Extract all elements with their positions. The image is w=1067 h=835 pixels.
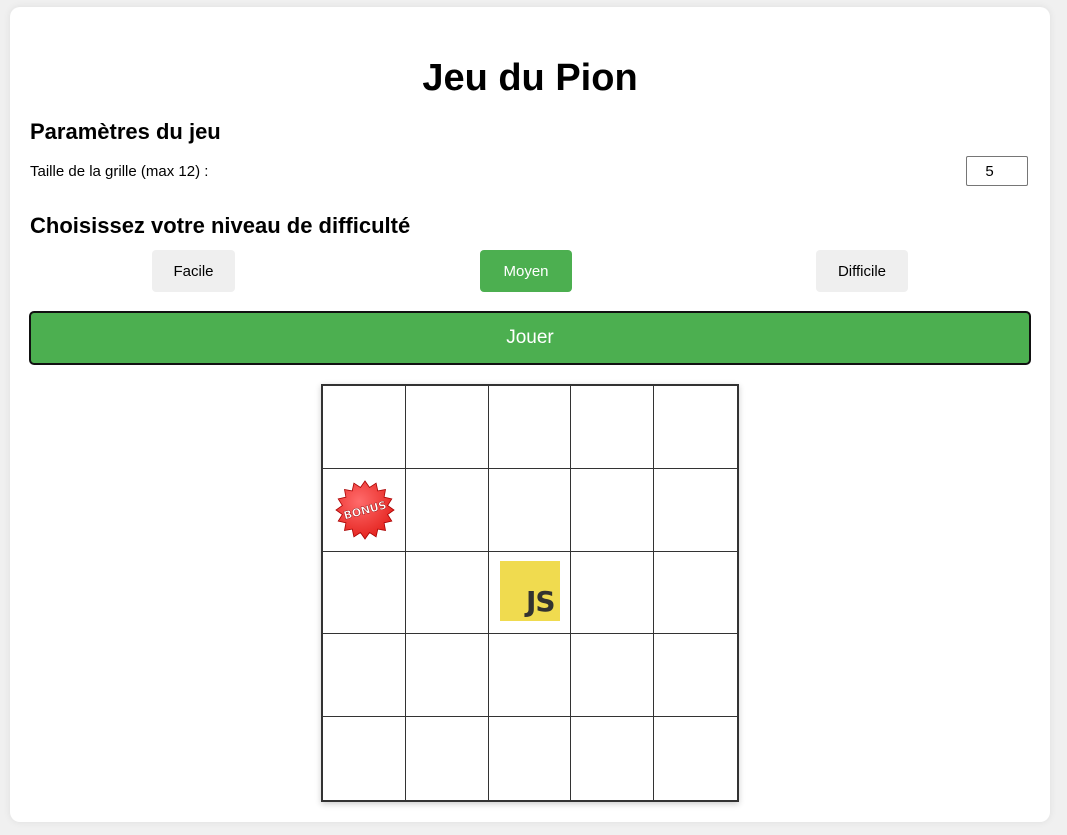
board-cell[interactable] xyxy=(571,634,655,718)
board-cell[interactable] xyxy=(489,717,572,800)
difficulty-hard-button[interactable]: Difficile xyxy=(816,250,908,292)
difficulty-heading: Choisissez votre niveau de difficulté xyxy=(30,213,411,238)
board-cell[interactable] xyxy=(571,717,655,800)
board-cell[interactable] xyxy=(654,469,737,552)
board-cell[interactable] xyxy=(406,717,489,800)
board-cell[interactable] xyxy=(323,717,406,800)
grid-size-input[interactable] xyxy=(966,156,1028,186)
board-cell[interactable] xyxy=(323,634,406,718)
board-cell[interactable] xyxy=(571,551,655,635)
board-cell[interactable] xyxy=(405,634,489,718)
board-cell[interactable] xyxy=(654,634,737,718)
board-cell[interactable] xyxy=(654,552,737,635)
play-button[interactable]: Jouer xyxy=(29,311,1031,365)
player-pawn-js-icon: JS xyxy=(499,560,560,621)
board-cell[interactable] xyxy=(571,386,655,469)
board-cell[interactable] xyxy=(571,468,655,552)
board-cell[interactable] xyxy=(405,468,489,552)
page-title: Jeu du Pion xyxy=(422,57,638,99)
board-cell[interactable] xyxy=(323,551,406,635)
board-cell[interactable] xyxy=(405,386,489,469)
game-board: BONUS JS xyxy=(321,384,739,802)
board-cell[interactable] xyxy=(488,468,572,552)
board-cell[interactable] xyxy=(654,386,737,469)
bonus-badge-icon: BONUS xyxy=(335,480,395,540)
board-cell[interactable] xyxy=(323,386,406,469)
settings-heading: Paramètres du jeu xyxy=(30,119,221,144)
board-cell[interactable] xyxy=(488,634,572,718)
board-cell[interactable]: BONUS xyxy=(323,468,406,552)
board-cell[interactable] xyxy=(654,717,737,800)
board-cell[interactable] xyxy=(405,551,489,635)
board-cell[interactable]: JS xyxy=(488,551,572,635)
game-container: Jeu du Pion Paramètres du jeu Taille de … xyxy=(10,7,1050,822)
player-pawn-label: JS xyxy=(526,584,556,618)
board-cell[interactable] xyxy=(488,386,572,469)
difficulty-medium-button[interactable]: Moyen xyxy=(480,250,572,292)
difficulty-easy-button[interactable]: Facile xyxy=(152,250,235,292)
grid-size-label: Taille de la grille (max 12) : xyxy=(30,163,209,180)
